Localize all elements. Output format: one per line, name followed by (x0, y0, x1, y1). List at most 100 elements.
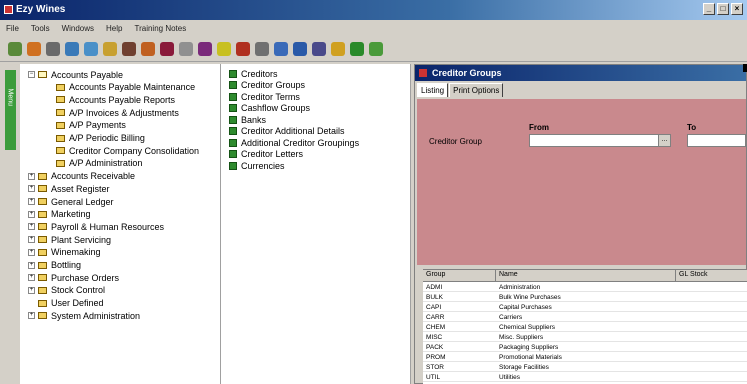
table-row[interactable]: PROM Promotional Materials (423, 353, 747, 362)
tree-node[interactable]: A/P Payments (56, 119, 126, 132)
list-item[interactable]: Creditor Terms (229, 91, 300, 102)
menu-side-tab[interactable]: Menu (5, 70, 16, 150)
from-lookup-button[interactable]: ... (658, 135, 670, 146)
to-group-input[interactable] (687, 134, 746, 147)
tree-node[interactable]: Creditor Company Consolidation (56, 144, 199, 157)
table-row[interactable]: CAPI Capital Purchases (423, 303, 747, 312)
minimize-button[interactable]: _ (703, 3, 715, 15)
column-gl-stock[interactable]: GL Stock (679, 271, 708, 278)
list-item[interactable]: Cashflow Groups (229, 103, 310, 114)
tree-node-label: A/P Administration (69, 158, 143, 169)
from-group-input[interactable]: ... (529, 134, 671, 147)
list-item[interactable]: Banks (229, 114, 266, 125)
list-item[interactable]: Additional Creditor Groupings (229, 137, 359, 148)
expand-icon[interactable]: + (28, 312, 35, 320)
list-item[interactable]: Currencies (229, 160, 285, 171)
pen-icon[interactable] (122, 41, 136, 56)
close-button[interactable]: × (731, 3, 743, 15)
tree-node[interactable]: + Accounts Receivable (28, 170, 135, 183)
list-item[interactable]: Creditor Groups (229, 80, 305, 91)
menu-help[interactable]: Help (106, 24, 122, 33)
table-row[interactable]: CARR Carriers (423, 313, 747, 322)
menu-file[interactable]: File (6, 24, 19, 33)
tree-node[interactable]: + System Administration (28, 309, 140, 322)
table-row[interactable]: PACK Packaging Suppliers (423, 343, 747, 352)
tree-node[interactable]: + Stock Control (28, 284, 105, 297)
wine-icon[interactable] (160, 41, 174, 56)
tree-node[interactable]: + Payroll & Human Resources (28, 220, 164, 233)
maintenance-list: Creditors Creditor Groups Creditor Terms Ca… (221, 64, 411, 384)
calculator-icon[interactable] (65, 41, 79, 56)
expand-icon[interactable]: + (28, 223, 35, 231)
tree-node[interactable]: A/P Invoices & Adjustments (56, 106, 179, 119)
wand-icon[interactable] (179, 41, 193, 56)
tree-node-label: Bottling (51, 260, 82, 270)
tree-node-label: A/P Payments (69, 120, 126, 131)
menu-training-notes[interactable]: Training Notes (134, 24, 186, 33)
column-group[interactable]: Group (426, 271, 445, 278)
edit-icon[interactable] (27, 41, 41, 56)
vine-icon[interactable] (369, 41, 383, 56)
tree-node[interactable]: + Marketing (28, 208, 91, 221)
printer-icon[interactable] (46, 41, 60, 56)
package-icon[interactable] (331, 41, 345, 56)
tree-node[interactable]: + General Ledger (28, 195, 114, 208)
tree-node[interactable]: + Plant Servicing (28, 233, 111, 246)
table-row[interactable]: ADMI Administration (423, 283, 747, 292)
wrench-icon[interactable] (217, 41, 231, 56)
grapes-icon[interactable] (198, 41, 212, 56)
tree-node[interactable]: − Accounts Payable (28, 68, 123, 81)
folder-icon (38, 185, 47, 193)
menu-tools[interactable]: Tools (31, 24, 50, 33)
tree-node-label: A/P Periodic Billing (69, 133, 145, 143)
tab-listing[interactable]: Listing (417, 83, 449, 97)
users-icon[interactable] (8, 41, 22, 56)
list-item[interactable]: Creditor Letters (229, 149, 303, 160)
leaf-icon[interactable] (350, 41, 364, 56)
maximize-button[interactable]: □ (717, 3, 729, 15)
expand-icon[interactable]: + (28, 198, 35, 205)
tree-node[interactable]: Accounts Payable Maintenance (56, 81, 195, 94)
bottle-icon[interactable] (236, 41, 250, 56)
tree-node[interactable]: + Purchase Orders (28, 271, 119, 284)
expand-icon[interactable]: + (28, 236, 35, 244)
tree-node[interactable]: + Asset Register (28, 182, 110, 195)
box-icon[interactable] (141, 41, 155, 56)
expand-icon[interactable]: + (28, 274, 35, 282)
expand-icon[interactable]: + (28, 248, 35, 256)
tree-node[interactable]: A/P Periodic Billing (56, 132, 145, 145)
gear-icon[interactable] (255, 41, 269, 56)
menu-windows[interactable]: Windows (62, 24, 94, 33)
scrollbar-marker[interactable] (743, 64, 747, 72)
list-item[interactable]: Creditors (229, 68, 278, 79)
collapse-icon[interactable]: − (28, 71, 35, 78)
table-row[interactable]: UTIL Utilities (423, 373, 747, 382)
table-row[interactable]: MISC Misc. Suppliers (423, 333, 747, 342)
to-label: To (687, 123, 697, 132)
column-name[interactable]: Name (499, 271, 518, 278)
tab-print-options[interactable]: Print Options (449, 83, 504, 97)
expand-icon[interactable]: + (28, 261, 35, 269)
window-title: Ezy Wines (16, 4, 66, 15)
window-icon[interactable] (84, 41, 98, 56)
tree-node[interactable]: +User Defined (28, 297, 104, 310)
tree-node[interactable]: + Bottling (28, 259, 81, 272)
monitor-icon[interactable] (312, 41, 326, 56)
list-item[interactable]: Creditor Additional Details (229, 126, 345, 137)
table-row[interactable]: CHEM Chemical Suppliers (423, 323, 747, 332)
people-icon[interactable] (103, 41, 117, 56)
help-icon[interactable] (293, 41, 307, 56)
expand-icon[interactable]: + (28, 210, 35, 218)
tree-node[interactable]: A/P Administration (56, 157, 142, 170)
tree-node[interactable]: Accounts Payable Reports (56, 93, 175, 106)
folder-icon (38, 210, 47, 218)
table-row[interactable]: BULK Bulk Wine Purchases (423, 293, 747, 302)
list-item-label: Creditors (241, 68, 278, 79)
tree-node[interactable]: + Winemaking (28, 246, 101, 259)
tree-node-label: Purchase Orders (51, 272, 120, 283)
expand-icon[interactable]: + (28, 286, 35, 294)
globe-icon[interactable] (274, 41, 288, 56)
expand-icon[interactable]: + (28, 185, 35, 193)
table-row[interactable]: STOR Storage Facilities (423, 363, 747, 372)
expand-icon[interactable]: + (28, 172, 35, 180)
